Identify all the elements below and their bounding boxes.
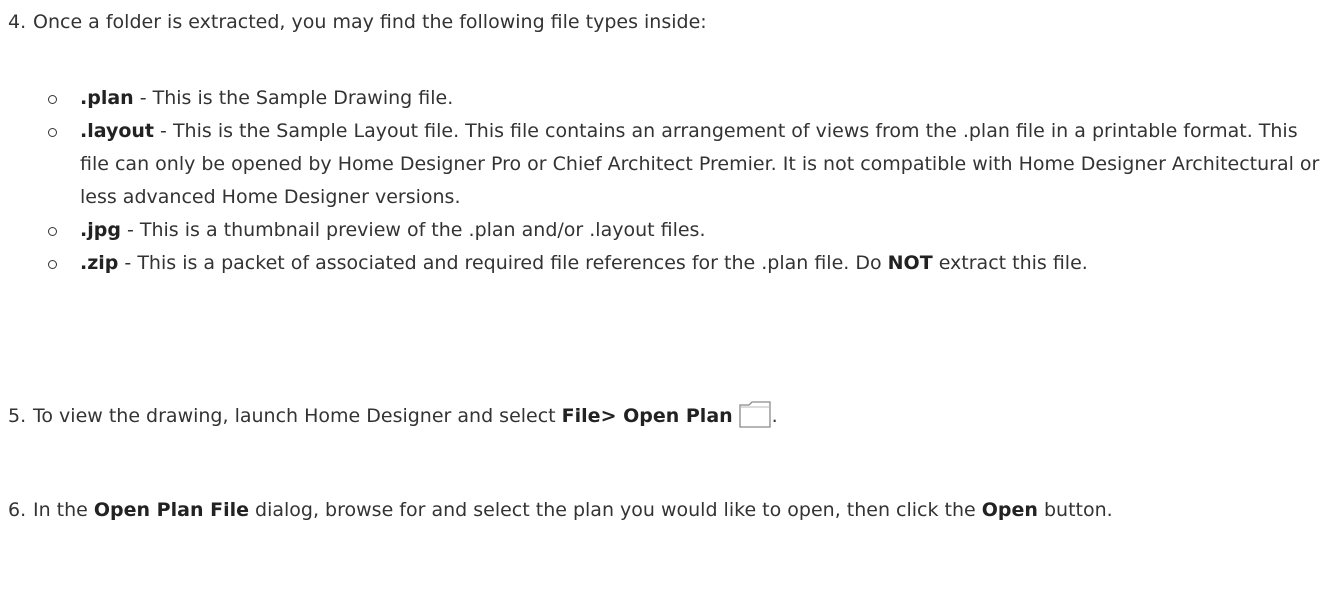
step-text-before: To view the drawing, launch Home Designe…: [33, 405, 562, 427]
list-item: .zip - This is a packet of associated an…: [0, 247, 1320, 280]
file-desc: - This is a packet of associated and req…: [118, 252, 888, 274]
step-number: 5.: [8, 405, 27, 427]
bullet-circle-icon: [48, 227, 57, 236]
step-number: 6.: [8, 499, 27, 521]
file-desc-end: extract this file.: [932, 252, 1088, 274]
step-text: Once a folder is extracted, you may find…: [33, 11, 707, 33]
step-text: To view the drawing, launch Home Designe…: [33, 400, 1320, 433]
bullet-circle-icon: [48, 95, 57, 104]
step-number: 4.: [8, 11, 27, 33]
folder-icon: [739, 401, 771, 428]
emphasis-not: NOT: [887, 252, 933, 274]
step-text-before: In the: [33, 499, 94, 521]
file-ext: .layout: [80, 120, 155, 142]
list-item: .jpg - This is a thumbnail preview of th…: [0, 214, 1320, 247]
file-ext: .jpg: [80, 219, 121, 241]
instructions-document: 4. Once a folder is extracted, you may f…: [0, 0, 1332, 598]
file-desc: - This is the Sample Layout file. This f…: [80, 120, 1320, 208]
file-desc: - This is the Sample Drawing file.: [133, 87, 454, 109]
step-text: In the Open Plan File dialog, browse for…: [33, 494, 1320, 527]
file-desc: - This is a thumbnail preview of the .pl…: [120, 219, 706, 241]
button-name: Open: [981, 499, 1038, 521]
file-ext: .plan: [80, 87, 134, 109]
step-text-after: button.: [1037, 499, 1113, 521]
dialog-name: Open Plan File: [93, 499, 249, 521]
list-item: .layout - This is the Sample Layout file…: [0, 115, 1320, 214]
file-type-list: .plan - This is the Sample Drawing file.…: [0, 82, 1320, 280]
step-text-after: .: [771, 405, 778, 427]
bullet-circle-icon: [48, 260, 57, 269]
list-item: .plan - This is the Sample Drawing file.: [0, 82, 1320, 115]
menu-path: File> Open Plan: [561, 405, 733, 427]
file-ext: .zip: [80, 252, 119, 274]
bullet-circle-icon: [48, 128, 57, 137]
step-text-mid: dialog, browse for and select the plan y…: [248, 499, 982, 521]
